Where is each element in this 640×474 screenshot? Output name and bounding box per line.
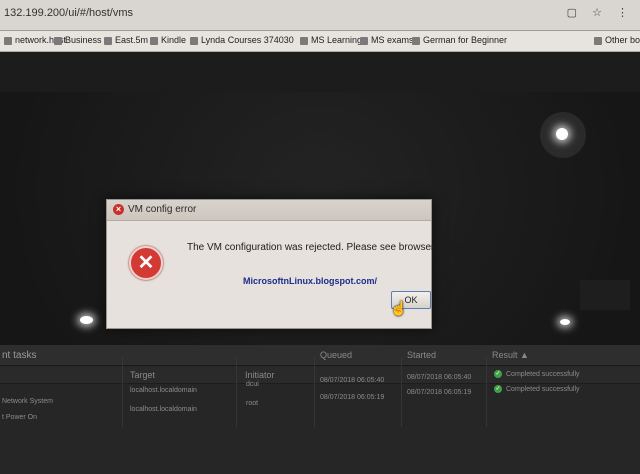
column-divider bbox=[236, 357, 237, 427]
bookmark-item[interactable]: Other boo bbox=[594, 35, 640, 45]
column-header-initiator[interactable]: Initiator bbox=[245, 370, 275, 380]
bookmark-icon bbox=[104, 36, 112, 45]
task-started: 08/07/2018 06:05:40 bbox=[407, 374, 472, 381]
column-divider bbox=[486, 357, 487, 427]
bookmark-item[interactable]: MS exams bbox=[360, 35, 414, 45]
column-divider bbox=[401, 357, 402, 427]
check-icon: ✓ bbox=[494, 385, 502, 393]
browser-address-bar[interactable]: 132.199.200/ui/#/host/vms ▢ ☆ ⋮ bbox=[0, 0, 640, 31]
window-controls[interactable]: ▢ ☆ ⋮ bbox=[567, 6, 634, 19]
photo-frame: 132.199.200/ui/#/host/vms ▢ ☆ ⋮ network.… bbox=[0, 0, 640, 474]
light-reflection bbox=[80, 316, 93, 324]
background-panel bbox=[580, 280, 630, 310]
task-queued: 08/07/2018 06:05:19 bbox=[320, 394, 385, 401]
check-icon: ✓ bbox=[494, 370, 502, 378]
task-name: t Power On bbox=[2, 414, 38, 421]
tasks-header: nt tasks Queued Started Result ▲ bbox=[0, 345, 640, 366]
bookmark-icon bbox=[412, 36, 420, 45]
task-initiator: dcui bbox=[246, 381, 259, 388]
bookmark-icon bbox=[594, 36, 602, 45]
light-reflection bbox=[560, 319, 570, 325]
bookmark-item[interactable]: Kindle bbox=[150, 35, 186, 45]
bookmark-icon bbox=[360, 36, 368, 45]
task-started: 08/07/2018 06:05:19 bbox=[407, 389, 472, 396]
dialog-titlebar[interactable]: × VM config error bbox=[107, 200, 431, 221]
tasks-panel-title: nt tasks bbox=[2, 350, 37, 361]
column-header-target[interactable]: Target bbox=[130, 370, 155, 380]
dialog-title: VM config error bbox=[128, 204, 197, 215]
bookmark-item[interactable]: Lynda Courses 374030 bbox=[190, 35, 294, 45]
column-header-result[interactable]: Result ▲ bbox=[492, 350, 529, 360]
task-result: Completed successfully bbox=[506, 371, 580, 378]
light-reflection bbox=[556, 128, 568, 140]
task-name: Network System bbox=[2, 398, 53, 405]
error-icon: × bbox=[113, 204, 124, 215]
blog-watermark: MicrosoftnLinux.blogspot.com/ bbox=[243, 276, 377, 286]
task-target[interactable]: localhost.localdomain bbox=[130, 387, 197, 394]
bookmark-icon bbox=[190, 36, 198, 45]
bookmark-item[interactable]: East.5m bbox=[104, 35, 148, 45]
bookmark-icon bbox=[150, 36, 158, 45]
bookmark-icon bbox=[4, 36, 12, 45]
column-header-queued[interactable]: Queued bbox=[320, 350, 352, 360]
bookmark-item[interactable]: MS Learning bbox=[300, 35, 362, 45]
app-header bbox=[0, 52, 640, 92]
column-header-started[interactable]: Started bbox=[407, 350, 436, 360]
bookmark-icon bbox=[300, 36, 308, 45]
error-icon: ✕ bbox=[129, 246, 163, 280]
bookmark-item[interactable]: Business bbox=[54, 35, 102, 45]
task-target[interactable]: localhost.localdomain bbox=[130, 406, 197, 413]
url-text[interactable]: 132.199.200/ui/#/host/vms bbox=[4, 7, 133, 19]
bookmark-icon bbox=[54, 36, 62, 45]
task-result: Completed successfully bbox=[506, 386, 580, 393]
task-initiator: root bbox=[246, 400, 259, 407]
bookmarks-bar: network.host Business East.5m Kindle Lyn… bbox=[0, 31, 640, 52]
column-divider bbox=[122, 357, 123, 427]
vm-config-error-dialog: × VM config error ✕ The VM configuration… bbox=[106, 199, 474, 329]
dialog-message: The VM configuration was rejected. Pleas… bbox=[187, 242, 474, 253]
mouse-cursor-icon: ☝ bbox=[390, 300, 408, 316]
column-divider bbox=[314, 357, 315, 427]
bookmark-item[interactable]: German for Beginner bbox=[412, 35, 507, 45]
recent-tasks-panel: nt tasks Queued Started Result ▲ Target … bbox=[0, 345, 640, 474]
task-queued: 08/07/2018 06:05:40 bbox=[320, 377, 385, 384]
